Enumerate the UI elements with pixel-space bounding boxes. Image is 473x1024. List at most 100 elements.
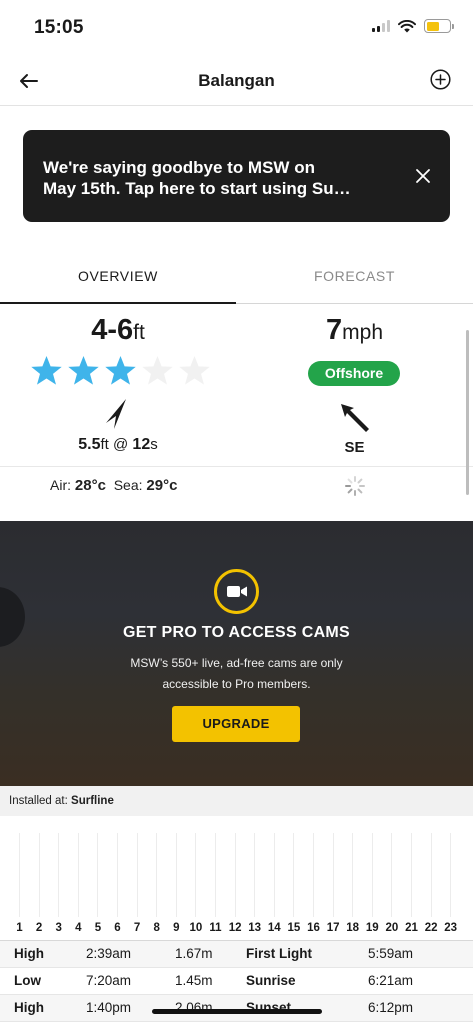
sun-time: 5:59am — [368, 946, 414, 961]
hour-label: 19 — [365, 922, 379, 934]
star-filled-icon — [31, 356, 62, 385]
hour-label: 8 — [153, 922, 160, 934]
hour-column: 13 — [245, 817, 264, 941]
hour-label: 12 — [228, 922, 242, 934]
conditions-panel: 4-6ft 5.5ft @ 12s 7mph Offshore SE Air: … — [0, 305, 473, 517]
hour-label: 15 — [287, 922, 301, 934]
hour-label: 9 — [173, 922, 180, 934]
hour-label: 11 — [209, 922, 222, 934]
tide-time: 1:40pm — [86, 1000, 132, 1015]
hour-column: 1 — [10, 817, 29, 941]
sun-label: Sunrise — [246, 973, 296, 988]
hour-gridline — [450, 833, 452, 917]
hourly-axis: 1 2 3 4 5 6 7 8 9 10 11 12 13 14 15 16 17 18 19 20 21 22 23 — [0, 817, 473, 941]
hour-label: 1 — [16, 922, 23, 934]
hour-gridline — [19, 833, 20, 917]
swell-size: 5.5 — [78, 436, 101, 453]
status-bar: 15:05 — [0, 0, 473, 56]
wind-speed: 7mph — [236, 314, 473, 347]
wave-height: 4-6ft — [0, 314, 236, 347]
hour-column: 11 — [206, 817, 225, 941]
hour-gridline — [352, 833, 354, 917]
sea-temp: 29°c — [146, 477, 178, 494]
hour-column: 3 — [49, 817, 68, 941]
star-empty-icon — [179, 356, 210, 385]
wind-speed-value: 7 — [326, 314, 343, 346]
hour-column: 22 — [422, 817, 441, 941]
wind-direction: SE — [344, 439, 365, 456]
hour-column: 19 — [363, 817, 382, 941]
hour-label: 6 — [114, 922, 121, 934]
cam-title: GET PRO TO ACCESS CAMS — [122, 624, 351, 641]
scrollbar[interactable] — [466, 330, 469, 495]
tide-type: Low — [14, 973, 41, 988]
hour-column: 16 — [304, 817, 323, 941]
hour-column: 12 — [226, 817, 245, 941]
hour-column: 18 — [343, 817, 362, 941]
wifi-icon — [398, 19, 416, 32]
hour-gridline — [38, 833, 40, 917]
cam-promo: GET PRO TO ACCESS CAMS MSW’s 550+ live, … — [0, 521, 473, 786]
hour-gridline — [215, 833, 216, 917]
wind-direction-arrow-icon — [341, 404, 369, 432]
hour-column: 20 — [382, 817, 401, 941]
wave-height-value: 4-6 — [91, 314, 134, 346]
star-rating — [30, 355, 211, 386]
wind-speed-unit: mph — [342, 321, 383, 344]
wave-height-unit: ft — [133, 321, 145, 344]
cam-subtitle-line2: accessible to Pro members. — [162, 677, 311, 691]
swell-direction-arrow-icon — [106, 399, 126, 429]
hour-column: 5 — [88, 817, 107, 941]
swell-unit: ft — [100, 436, 109, 453]
hour-column: 7 — [128, 817, 147, 941]
close-icon[interactable] — [414, 167, 432, 185]
hour-column: 10 — [186, 817, 205, 941]
cam-subtitle-line1: MSW’s 550+ live, ad-free cams are only — [130, 656, 343, 670]
loading-spinner-icon — [345, 476, 365, 496]
app-screen: 15:05 Balangan We're saying goodbye to M… — [0, 0, 473, 1024]
hour-label: 3 — [55, 922, 62, 934]
installed-at: Installed at: Surfline — [0, 786, 473, 816]
star-filled-icon — [68, 356, 99, 385]
hour-label: 16 — [307, 922, 320, 934]
hour-gridline — [77, 833, 79, 917]
upgrade-button[interactable]: UPGRADE — [172, 706, 300, 742]
hour-label: 4 — [75, 922, 82, 934]
battery-level — [426, 21, 439, 31]
hour-gridline — [411, 833, 412, 917]
wind-type-badge: Offshore — [308, 361, 400, 386]
plus-circle-icon[interactable] — [430, 69, 451, 90]
hour-gridline — [391, 833, 393, 917]
divider — [0, 466, 473, 467]
hour-gridline — [136, 833, 138, 917]
tab-forecast[interactable]: FORECAST — [236, 268, 473, 284]
goodbye-banner[interactable]: We're saying goodbye to MSW on May 15th.… — [23, 130, 450, 222]
table-row: High 2:39am 1.67m First Light 5:59am — [0, 941, 473, 968]
hour-column: 2 — [30, 817, 49, 941]
tab-overview[interactable]: OVERVIEW — [0, 268, 236, 284]
swell-period-unit: s — [150, 436, 158, 453]
hour-label: 2 — [35, 922, 43, 934]
air-temp: 28°c — [74, 477, 106, 494]
hour-label: 10 — [189, 922, 203, 934]
hour-label: 21 — [405, 922, 418, 934]
tide-time: 7:20am — [86, 973, 132, 988]
hour-label: 17 — [326, 922, 340, 934]
cam-subtitle: MSW’s 550+ live, ad-free cams are only a… — [0, 653, 473, 695]
air-label: Air: — [50, 477, 71, 493]
hour-column: 23 — [441, 817, 460, 941]
hour-gridline — [430, 833, 432, 917]
sun-time: 6:12pm — [368, 1000, 414, 1015]
status-time: 15:05 — [34, 17, 84, 38]
hour-column: 6 — [108, 817, 127, 941]
status-icons — [372, 19, 454, 33]
page-title: Balangan — [198, 71, 275, 90]
hour-column: 8 — [147, 817, 166, 941]
active-tab-indicator — [0, 302, 236, 304]
hour-label: 7 — [133, 922, 141, 934]
battery-icon — [424, 19, 454, 33]
hour-gridline — [58, 833, 60, 917]
banner-message: We're saying goodbye to MSW on May 15th.… — [43, 158, 351, 198]
hour-column: 4 — [69, 817, 88, 941]
swell-period: 12 — [132, 436, 151, 453]
